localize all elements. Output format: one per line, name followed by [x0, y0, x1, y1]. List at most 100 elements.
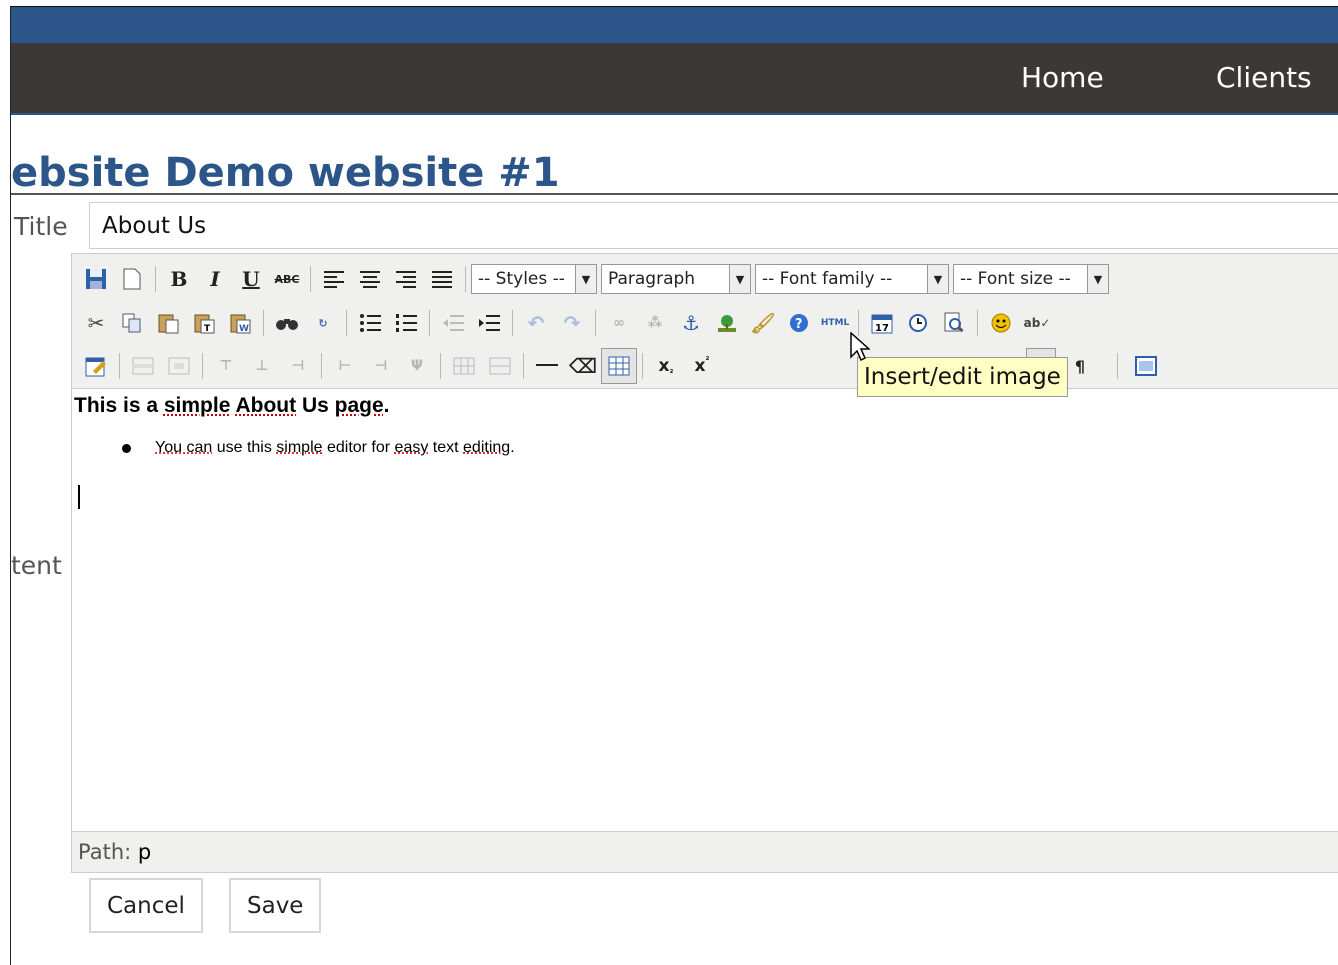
link-icon[interactable]: ∞ — [601, 305, 637, 341]
split-cells-icon[interactable] — [446, 348, 482, 384]
format-select[interactable]: Paragraph ▼ — [601, 264, 751, 294]
nav-clients[interactable]: Clients — [1216, 61, 1312, 94]
styles-select[interactable]: -- Styles -- ▼ — [471, 264, 597, 294]
numbered-list-icon[interactable] — [388, 305, 424, 341]
rich-text-editor: B I U ABC -- Styles -- ▼ Paragraph ▼ -- Fo… — [71, 253, 1338, 873]
subscript-glyph: x — [658, 356, 670, 376]
toolbar-row-1: B I U ABC -- Styles -- ▼ Paragraph ▼ -- Fo… — [78, 261, 1113, 297]
emoticon-icon[interactable] — [983, 305, 1019, 341]
title-input[interactable] — [89, 202, 1338, 249]
insert-row-after-icon[interactable]: ⊥ — [244, 348, 280, 384]
insert-col-before-icon[interactable]: ⊢ — [327, 348, 363, 384]
tooltip: Insert/edit image — [857, 357, 1068, 397]
font-size-select-value: -- Font size -- — [960, 269, 1071, 289]
toolbar-separator — [465, 266, 466, 292]
toolbar-separator — [1117, 353, 1118, 379]
toolbar-separator — [440, 353, 441, 379]
bold-icon[interactable]: B — [161, 261, 197, 297]
outdent-icon[interactable] — [435, 305, 471, 341]
fullscreen-icon[interactable] — [1128, 348, 1164, 384]
title-label: Title — [14, 212, 68, 241]
chevron-down-icon: ▼ — [575, 265, 596, 293]
find-icon[interactable] — [269, 305, 305, 341]
cancel-button[interactable]: Cancel — [89, 878, 203, 933]
spellcheck-icon[interactable]: ab✓ — [1019, 305, 1055, 341]
svg-text:17: 17 — [875, 323, 889, 334]
top-brand-bar — [11, 7, 1338, 43]
indent-icon[interactable] — [471, 305, 507, 341]
path-label: Path: — [78, 840, 132, 864]
chevron-down-icon: ▼ — [927, 265, 948, 293]
text-caret — [78, 485, 80, 509]
paste-word-icon[interactable]: W — [222, 305, 258, 341]
editor-path-bar: Path: p — [78, 840, 151, 864]
insert-row-before-icon[interactable]: ⊤ — [208, 348, 244, 384]
toolbar-separator — [310, 266, 311, 292]
html-icon[interactable]: HTML — [817, 305, 853, 341]
edit-css-icon[interactable] — [78, 348, 114, 384]
align-right-icon[interactable] — [388, 261, 424, 297]
toolbar-separator — [321, 353, 322, 379]
font-family-select[interactable]: -- Font family -- ▼ — [755, 264, 949, 294]
list-item-text: You can use this simple editor for easy … — [155, 439, 515, 456]
save-button[interactable]: Save — [229, 878, 322, 933]
replace-icon[interactable]: ↻ — [305, 305, 341, 341]
svg-text:W: W — [239, 324, 249, 334]
toolbar-separator — [263, 310, 264, 336]
preview-icon[interactable] — [936, 305, 972, 341]
insert-col-after-icon[interactable]: ⊣ — [363, 348, 399, 384]
toolbar-separator — [202, 353, 203, 379]
underline-icon[interactable]: U — [233, 261, 269, 297]
toolbar-row-3: ⊤ ⊥ ⊣ ⊢ ⊣ Ψ ⌫ x₂ x² — [78, 348, 720, 384]
editor-content-area[interactable]: This is a simple About Us page. You can … — [72, 388, 1338, 832]
path-value[interactable]: p — [138, 840, 151, 864]
visual-aid-icon[interactable] — [601, 348, 637, 384]
toolbar-separator — [642, 353, 643, 379]
bullet-list-icon[interactable] — [352, 305, 388, 341]
image-icon[interactable] — [709, 305, 745, 341]
subscript-icon[interactable]: x₂ — [648, 348, 684, 384]
chevron-down-icon: ▼ — [729, 265, 750, 293]
help-icon[interactable]: ? — [781, 305, 817, 341]
title-divider — [11, 193, 1338, 195]
svg-text:T: T — [204, 324, 211, 334]
align-justify-icon[interactable] — [424, 261, 460, 297]
delete-row-icon[interactable]: ⊣ — [280, 348, 316, 384]
styles-select-value: -- Styles -- — [478, 269, 565, 289]
toolbar-row-2: ✂ T W ↻ ↶ ↷ ∞ ⁂ ⚓ 🖌 ? HTML 17 ab✓ — [78, 305, 1055, 341]
undo-icon[interactable]: ↶ — [518, 305, 554, 341]
toolbar-separator — [523, 353, 524, 379]
remove-format-icon[interactable]: ⌫ — [565, 348, 601, 384]
toolbar-separator — [977, 310, 978, 336]
align-left-icon[interactable] — [316, 261, 352, 297]
delete-col-icon[interactable]: Ψ — [399, 348, 435, 384]
toolbar-separator — [429, 310, 430, 336]
strikethrough-icon[interactable]: ABC — [269, 261, 305, 297]
align-center-icon[interactable] — [352, 261, 388, 297]
superscript-glyph: x — [694, 356, 706, 376]
horizontal-rule-icon[interactable] — [529, 348, 565, 384]
format-select-value: Paragraph — [608, 269, 696, 289]
copy-icon[interactable] — [114, 305, 150, 341]
superscript-icon[interactable]: x² — [684, 348, 720, 384]
cut-icon[interactable]: ✂ — [78, 305, 114, 341]
merge-cells-icon[interactable] — [482, 348, 518, 384]
content-label: tent — [11, 551, 62, 580]
table-row-props-icon[interactable] — [125, 348, 161, 384]
toolbar-separator — [346, 310, 347, 336]
main-navigation: Home Clients — [11, 43, 1338, 115]
unlink-icon[interactable]: ⁂ — [637, 305, 673, 341]
table-cell-props-icon[interactable] — [161, 348, 197, 384]
nav-home[interactable]: Home — [1021, 61, 1104, 94]
anchor-icon[interactable]: ⚓ — [673, 305, 709, 341]
cleanup-icon[interactable]: 🖌 — [745, 305, 781, 341]
font-family-select-value: -- Font family -- — [762, 269, 893, 289]
font-size-select[interactable]: -- Font size -- ▼ — [953, 264, 1109, 294]
new-document-icon[interactable] — [114, 261, 150, 297]
insert-time-icon[interactable] — [900, 305, 936, 341]
paste-text-icon[interactable]: T — [186, 305, 222, 341]
save-icon[interactable] — [78, 261, 114, 297]
italic-icon[interactable]: I — [197, 261, 233, 297]
redo-icon[interactable]: ↷ — [554, 305, 590, 341]
paste-icon[interactable] — [150, 305, 186, 341]
